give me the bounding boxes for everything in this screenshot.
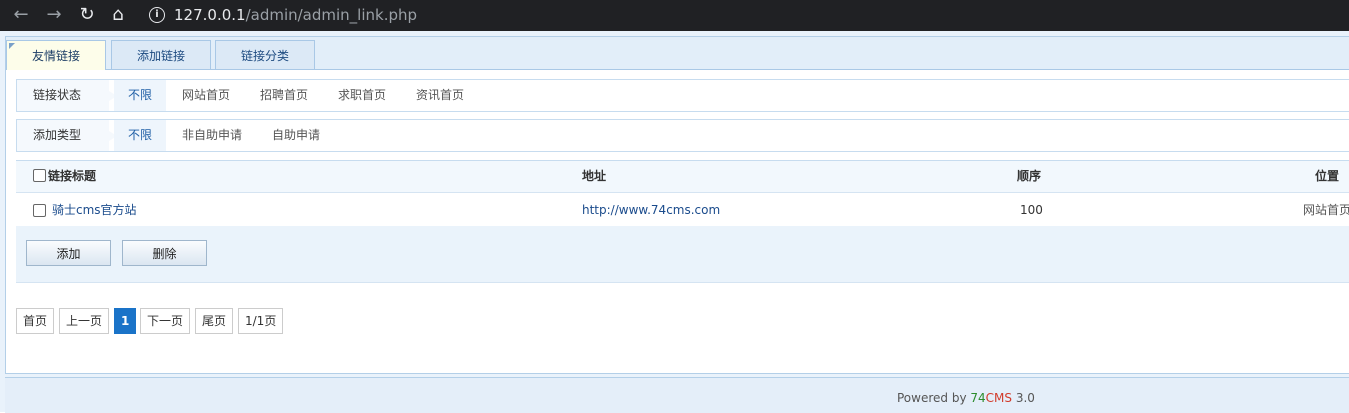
page-footer: Powered by 74CMS 3.0: [5, 377, 1349, 413]
home-icon[interactable]: ⌂: [107, 4, 129, 26]
header-position: 位置: [1315, 169, 1340, 183]
tab-link-category[interactable]: 链接分类: [215, 40, 315, 69]
add-button[interactable]: 添加: [26, 240, 111, 266]
type-filter: 添加类型 不限 非自助申请 自助申请: [16, 119, 1349, 152]
row-checkbox[interactable]: [33, 204, 46, 217]
row-order: 100: [1020, 203, 1043, 217]
status-option-all[interactable]: 不限: [114, 80, 167, 111]
tab-label: 链接分类: [240, 49, 289, 63]
row-title-link[interactable]: 骑士cms官方站: [52, 193, 137, 227]
status-option-resume[interactable]: 求职首页: [324, 80, 400, 111]
powered-by: Powered by 74CMS 3.0: [897, 391, 1035, 405]
page-next[interactable]: 下一页: [140, 308, 191, 334]
page-prev[interactable]: 上一页: [59, 308, 110, 334]
status-option-news[interactable]: 资讯首页: [402, 80, 478, 111]
status-filter-label: 链接状态: [17, 80, 117, 111]
table-header: 链接标题 地址 顺序 位置: [16, 161, 1349, 193]
row-position: 网站首页: [1303, 203, 1349, 217]
address-bar[interactable]: i 127.0.0.1/admin/admin_link.php: [140, 0, 1349, 31]
type-option-non-self[interactable]: 非自助申请: [168, 120, 256, 151]
type-option-all[interactable]: 不限: [114, 120, 167, 151]
status-option-jobs[interactable]: 招聘首页: [246, 80, 322, 111]
page-last[interactable]: 尾页: [195, 308, 234, 334]
reload-icon[interactable]: ↻: [76, 4, 98, 26]
tab-add-link[interactable]: 添加链接: [111, 40, 211, 69]
table-row: 骑士cms官方站 http://www.74cms.com 100 网站首页: [16, 193, 1349, 228]
page-current[interactable]: 1: [114, 308, 137, 334]
header-order: 顺序: [1017, 169, 1042, 183]
page-first[interactable]: 首页: [16, 308, 55, 334]
tab-link-list[interactable]: 友情链接: [6, 40, 106, 70]
browser-toolbar: ← → ↻ ⌂ i 127.0.0.1/admin/admin_link.php: [0, 0, 1349, 31]
delete-button[interactable]: 删除: [122, 240, 207, 266]
select-all-checkbox[interactable]: [33, 169, 46, 182]
tab-bar: 友情链接 添加链接 链接分类: [6, 37, 1349, 70]
status-option-home[interactable]: 网站首页: [168, 80, 244, 111]
site-info-icon[interactable]: i: [149, 7, 165, 23]
page-info: 1/1页: [238, 308, 284, 334]
forward-icon[interactable]: →: [43, 4, 65, 26]
type-filter-label: 添加类型: [17, 120, 117, 151]
url-text[interactable]: 127.0.0.1/admin/admin_link.php: [174, 6, 417, 24]
tab-label: 友情链接: [31, 49, 80, 63]
action-bar: 添加 删除: [16, 226, 1349, 283]
header-url: 地址: [582, 169, 607, 183]
content-panel: 友情链接 添加链接 链接分类 链接状态 不限 网站首页 招聘首页 求职首页 资讯…: [5, 36, 1349, 374]
row-url-link[interactable]: http://www.74cms.com: [582, 193, 720, 227]
type-option-self[interactable]: 自助申请: [258, 120, 334, 151]
back-icon[interactable]: ←: [10, 4, 32, 26]
status-filter: 链接状态 不限 网站首页 招聘首页 求职首页 资讯首页: [16, 79, 1349, 112]
tab-label: 添加链接: [136, 49, 185, 63]
header-title: 链接标题: [48, 169, 97, 183]
link-table: 链接标题 地址 顺序 位置 骑士cms官方站 http://www.74cms.…: [16, 160, 1349, 228]
admin-page: 友情链接 添加链接 链接分类 链接状态 不限 网站首页 招聘首页 求职首页 资讯…: [0, 31, 1349, 413]
